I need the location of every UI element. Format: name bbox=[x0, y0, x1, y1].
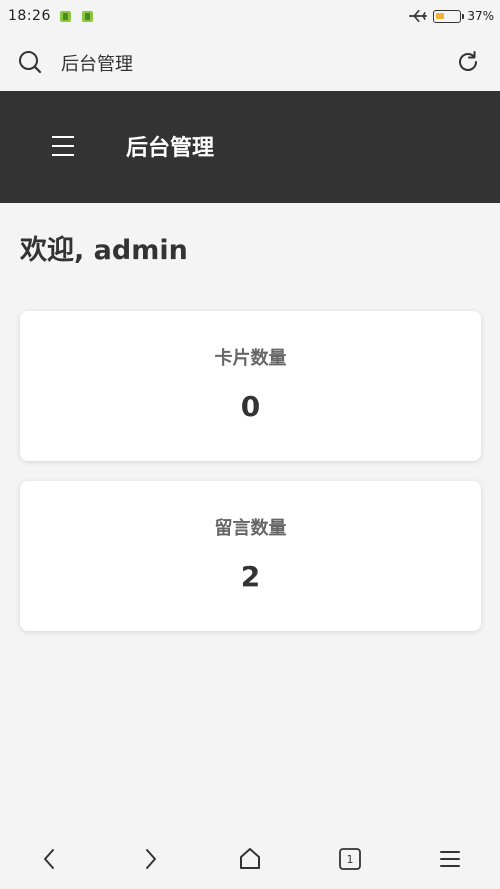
app-header: 后台管理 bbox=[0, 91, 500, 203]
welcome-heading: 欢迎, admin bbox=[20, 235, 188, 266]
battery-percent: 37% bbox=[467, 9, 494, 23]
battery-icon bbox=[433, 9, 465, 23]
reload-icon[interactable] bbox=[455, 49, 481, 75]
hamburger-menu-line bbox=[52, 154, 74, 156]
status-indicators: 37% bbox=[409, 0, 494, 32]
hamburger-menu-line bbox=[52, 145, 74, 147]
browser-bottom-nav: 1 bbox=[0, 829, 500, 889]
forward-icon[interactable] bbox=[136, 845, 164, 873]
search-icon[interactable] bbox=[17, 49, 43, 75]
back-icon[interactable] bbox=[36, 845, 64, 873]
address-title[interactable]: 后台管理 bbox=[61, 50, 133, 76]
card-label: 留言数量 bbox=[214, 518, 287, 539]
airplane-icon bbox=[409, 9, 428, 23]
app-notification-icon bbox=[81, 10, 93, 22]
tabs-button[interactable]: 1 bbox=[336, 845, 364, 873]
card-value: 2 bbox=[240, 560, 261, 593]
app-title: 后台管理 bbox=[126, 136, 215, 161]
status-time: 18:26 bbox=[8, 8, 51, 24]
hamburger-menu-icon bbox=[52, 136, 74, 138]
app-notification-icon bbox=[59, 10, 71, 22]
home-icon[interactable] bbox=[236, 845, 264, 873]
battery-level bbox=[436, 12, 445, 19]
card-label: 卡片数量 bbox=[214, 348, 287, 369]
status-bar: 18:26 37% bbox=[0, 0, 500, 32]
card-value: 0 bbox=[240, 390, 261, 423]
tab-count: 1 bbox=[346, 852, 354, 866]
menu-icon[interactable] bbox=[436, 845, 464, 873]
hamburger-menu-button[interactable] bbox=[44, 127, 82, 165]
browser-address-bar[interactable]: 后台管理 bbox=[0, 32, 500, 91]
message-count-card: 留言数量 2 bbox=[20, 481, 481, 631]
card-count-card: 卡片数量 0 bbox=[20, 311, 481, 461]
